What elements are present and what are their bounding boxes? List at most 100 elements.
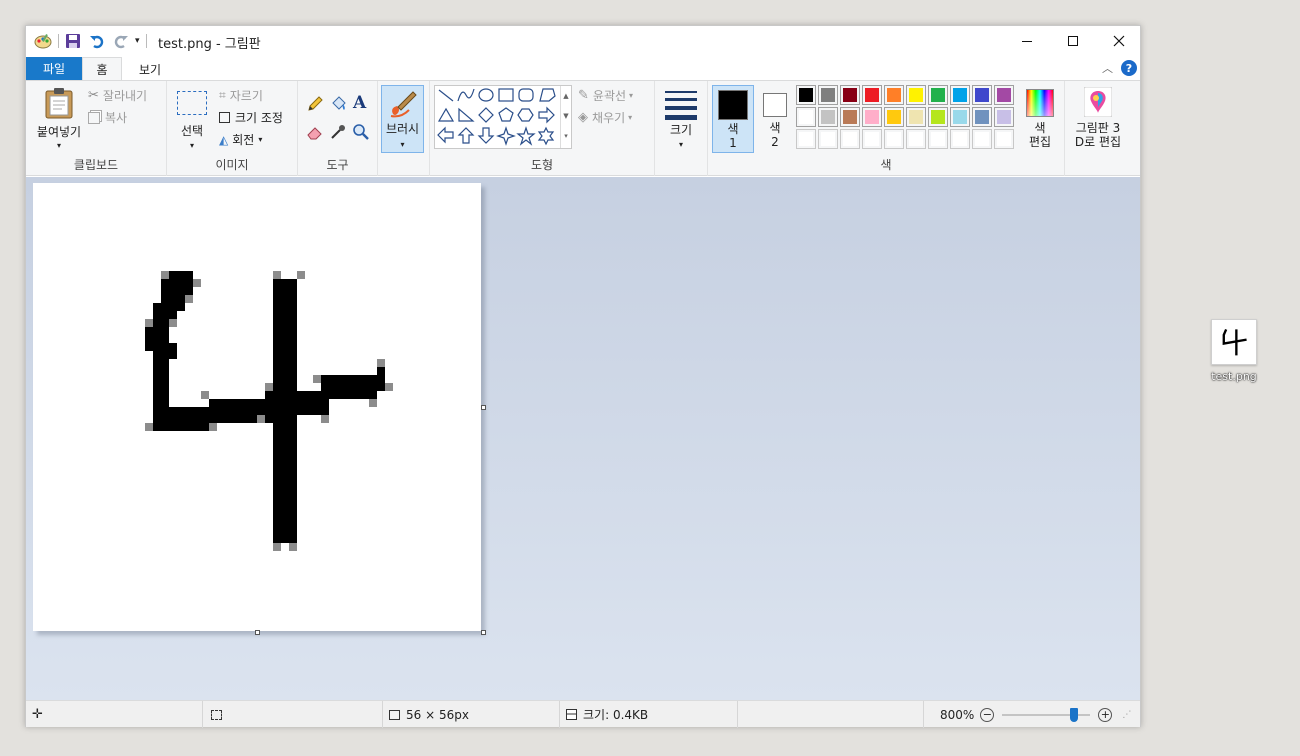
palette-swatch[interactable] [928,85,948,105]
palette-swatch[interactable] [862,107,882,127]
zoom-slider[interactable] [998,707,1094,723]
curve-shape-icon[interactable] [457,88,475,102]
text-tool-icon[interactable]: A [353,93,366,113]
brushes-button[interactable]: 브러시 ▾ [381,85,424,153]
close-button[interactable] [1096,26,1142,56]
drawing-canvas[interactable] [33,183,481,631]
zoom-in-button[interactable]: + [1098,707,1113,722]
palette-swatch[interactable] [818,129,838,149]
palette-swatch[interactable] [818,85,838,105]
palette-swatch[interactable] [884,85,904,105]
up-arrow-shape-icon[interactable] [457,127,475,144]
pentagon-shape-icon[interactable] [498,107,514,122]
oval-shape-icon[interactable] [478,88,494,102]
palette-swatch[interactable] [884,107,904,127]
redo-icon[interactable] [113,33,129,49]
four-point-star-shape-icon[interactable] [496,126,516,146]
color-picker-icon[interactable] [329,123,347,141]
palette-swatch[interactable] [906,107,926,127]
line-shape-icon[interactable] [438,89,454,102]
polygon-shape-icon[interactable] [539,88,556,102]
right-arrow-shape-icon[interactable] [538,106,555,124]
palette-swatch[interactable] [950,129,970,149]
outline-button[interactable]: ✎ 윤곽선 ▾ [578,87,633,104]
eraser-icon[interactable] [306,123,324,141]
paste-button[interactable]: 붙여넣기 ▾ [32,85,86,150]
scroll-up-icon[interactable]: ▲ [561,86,571,106]
zoom-out-button[interactable]: − [980,707,995,722]
tab-file[interactable]: 파일 [26,57,82,80]
select-button[interactable]: 선택 ▾ [173,87,211,151]
down-arrow-shape-icon[interactable] [477,127,495,144]
tab-home[interactable]: 홈 [82,57,122,81]
rectangle-shape-icon[interactable] [498,88,514,102]
desktop-file-icon[interactable]: test.png [1205,319,1263,383]
collapse-ribbon-icon[interactable]: ︿ [1102,60,1113,76]
palette-swatch[interactable] [840,129,860,149]
palette-swatch[interactable] [862,85,882,105]
palette-swatch[interactable] [950,85,970,105]
minimize-button[interactable] [1004,26,1050,56]
shapes-scroll[interactable]: ▲ ▼ ▾ [560,86,571,148]
qa-divider [145,34,147,48]
magnifier-icon[interactable] [352,123,370,141]
hexagon-shape-icon[interactable] [517,108,534,122]
color1-button[interactable]: 색 1 [712,85,754,153]
customize-qa-dropdown-icon[interactable]: ▾ [135,36,140,46]
palette-swatch[interactable] [972,85,992,105]
palette-swatch[interactable] [994,85,1014,105]
color2-button[interactable]: 색 2 [756,85,794,153]
palette-swatch[interactable] [840,107,860,127]
crop-button[interactable]: ⌗ 자르기 [219,87,263,104]
palette-swatch[interactable] [796,107,816,127]
tab-view[interactable]: 보기 [126,57,174,81]
five-point-star-shape-icon[interactable] [516,126,536,146]
rounded-rectangle-shape-icon[interactable] [518,88,534,102]
palette-swatch[interactable] [972,129,992,149]
canvas-area[interactable] [26,177,1140,700]
palette-swatch[interactable] [994,129,1014,149]
palette-swatch[interactable] [950,107,970,127]
group-image: 선택 ▾ ⌗ 자르기 크기 조정 ◭ 회전 ▾ 이미지 [167,81,298,176]
triangle-shape-icon[interactable] [437,107,455,122]
palette-swatch[interactable] [796,129,816,149]
zoom-slider-thumb[interactable] [1070,707,1079,722]
fill-bucket-icon[interactable] [329,95,347,113]
edit-colors-button[interactable]: 색 편집 [1020,85,1060,153]
left-arrow-shape-icon[interactable] [437,126,454,144]
palette-swatch[interactable] [906,85,926,105]
resize-grip-icon[interactable]: ⋰ [1122,710,1131,720]
palette-swatch[interactable] [972,107,992,127]
palette-swatch[interactable] [818,107,838,127]
undo-icon[interactable] [89,33,105,49]
palette-swatch[interactable] [928,129,948,149]
pencil-icon[interactable] [306,95,324,113]
resize-button[interactable]: 크기 조정 [219,109,283,126]
help-icon[interactable]: ? [1121,60,1137,76]
paint-app-icon[interactable] [34,33,52,49]
diamond-shape-icon[interactable] [478,107,494,123]
palette-swatch[interactable] [928,107,948,127]
six-point-star-shape-icon[interactable] [537,126,555,146]
resize-handle-corner[interactable] [481,630,486,635]
copy-button[interactable]: 복사 [88,109,127,126]
palette-swatch[interactable] [796,85,816,105]
size-button[interactable]: 크기 ▾ [659,85,703,153]
gallery-expand-icon[interactable]: ▾ [561,126,571,146]
palette-swatch-color [909,110,923,124]
right-triangle-shape-icon[interactable] [458,107,475,122]
palette-swatch[interactable] [884,129,904,149]
scroll-down-icon[interactable]: ▼ [561,106,571,126]
rotate-button[interactable]: ◭ 회전 ▾ [219,131,262,148]
palette-swatch[interactable] [862,129,882,149]
palette-swatch[interactable] [906,129,926,149]
save-icon[interactable] [65,33,81,49]
palette-swatch[interactable] [994,107,1014,127]
edit-with-paint3d-button[interactable]: 그림판 3 D로 편집 [1069,85,1127,153]
cut-button[interactable]: ✂ 잘라내기 [88,87,147,104]
maximize-button[interactable] [1050,26,1096,56]
resize-handle-bottom[interactable] [255,630,260,635]
resize-handle-right[interactable] [481,405,486,410]
palette-swatch[interactable] [840,85,860,105]
fill-button[interactable]: ◈ 채우기 ▾ [578,109,632,126]
